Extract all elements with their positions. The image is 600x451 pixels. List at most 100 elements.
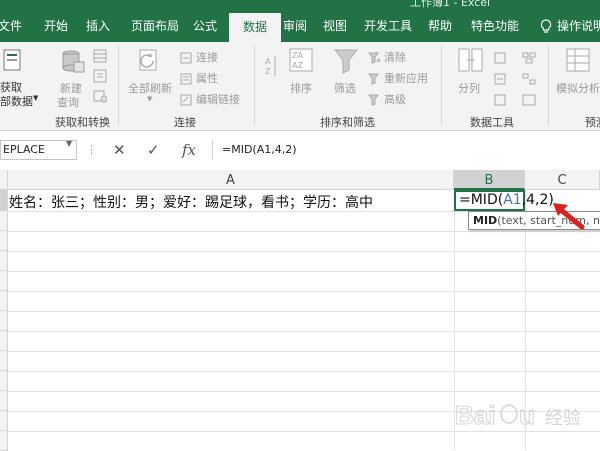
tab-formulas[interactable]: 公式: [193, 11, 217, 42]
tab-developer[interactable]: 开发工具: [364, 11, 412, 42]
tab-view[interactable]: 视图: [323, 11, 347, 42]
insert-function-icon[interactable]: fx: [182, 140, 196, 160]
svg-text:经验: 经验: [545, 408, 581, 429]
tooltip-function-name[interactable]: MID: [473, 214, 497, 227]
recent-sources-icon: [93, 68, 107, 87]
tab-special[interactable]: 特色功能: [471, 11, 519, 42]
gridline: [8, 391, 600, 392]
title-bar: 工作簿1 - Excel: [0, 0, 600, 11]
row-header-5[interactable]: [0, 271, 8, 291]
gridline: [8, 351, 600, 352]
gridline: [8, 331, 600, 332]
get-data-icon: [2, 48, 24, 76]
reapply-icon: [368, 70, 381, 89]
row-header-13[interactable]: [0, 431, 8, 451]
connections-button[interactable]: 连接: [196, 49, 218, 65]
chevron-down-icon[interactable]: ▼: [66, 139, 72, 148]
group-label-forecast: 预测: [585, 116, 600, 129]
formula-text: =MID(A1,4,2): [222, 143, 297, 156]
enter-icon[interactable]: ✓: [147, 140, 160, 160]
group-label-get-transform: 获取和转换: [55, 116, 110, 129]
gridline: [8, 371, 600, 372]
tab-home[interactable]: 开始: [44, 11, 68, 42]
tab-help[interactable]: 帮助: [428, 11, 452, 42]
advanced-button[interactable]: 高级: [384, 91, 406, 107]
chevron-down-icon: ▼: [147, 95, 153, 103]
refresh-all-icon: [137, 47, 165, 79]
formula-input[interactable]: =MID(A1,4,2): [212, 140, 600, 160]
remove-duplicates-icon: [494, 70, 506, 89]
tab-review[interactable]: 审阅: [283, 11, 307, 42]
consolidate-icon: [522, 49, 536, 68]
flash-fill-icon: [494, 49, 506, 68]
row-header-12[interactable]: [0, 411, 8, 431]
row-header-2[interactable]: [0, 211, 8, 231]
relationships-icon: [522, 70, 536, 89]
sort-dialog-icon: ZA AZ: [289, 48, 313, 76]
ribbon-data: 获取 部数据 ▼ 新建 查询 获取和转换 全部刷新 ▼ 连接 属性 编辑链接 连…: [0, 42, 600, 131]
reapply-button[interactable]: 重新应用: [384, 70, 428, 86]
row-header-3[interactable]: [0, 231, 8, 251]
sort-button[interactable]: 排序: [290, 80, 312, 96]
row-header-7[interactable]: [0, 311, 8, 331]
window-title: 工作簿1 - Excel: [410, 0, 491, 9]
svg-text:Z: Z: [265, 67, 271, 76]
new-query-icon: [60, 48, 86, 78]
refresh-all-button[interactable]: 全部刷新: [128, 80, 172, 96]
text-to-columns-button[interactable]: 分列: [458, 80, 480, 96]
gridline: [8, 251, 600, 252]
vertical-dots-icon: ⋮: [86, 143, 97, 156]
svg-text:ZA: ZA: [292, 51, 303, 60]
filter-button[interactable]: 筛选: [334, 80, 356, 96]
data-validation-icon: [494, 91, 506, 110]
tell-me-search[interactable]: 操作说明: [557, 11, 600, 42]
cell-b1-reference: A1: [503, 192, 522, 208]
cell-a1[interactable]: 姓名：张三；性别：男；爱好：踢足球，看书；学历：高中: [9, 192, 373, 212]
edit-links-button[interactable]: 编辑链接: [196, 91, 240, 107]
lightbulb-icon: [540, 19, 552, 39]
what-if-analysis-button[interactable]: 模拟分析: [556, 80, 600, 96]
tab-file[interactable]: 文件: [0, 11, 22, 42]
cancel-icon[interactable]: ✕: [113, 140, 126, 160]
get-data-label-2[interactable]: 部数据: [0, 93, 33, 109]
filter-icon: [333, 48, 359, 78]
row-header-9[interactable]: [0, 351, 8, 371]
properties-button[interactable]: 属性: [196, 70, 218, 86]
text-to-columns-icon: [458, 48, 484, 78]
column-header-c[interactable]: C: [525, 170, 600, 190]
properties-icon: [180, 70, 192, 89]
chevron-down-icon: ▼: [33, 94, 39, 102]
cell-b1-formula-prefix: =MID(: [459, 192, 504, 208]
column-header-a[interactable]: A: [8, 170, 454, 190]
edit-links-icon: [180, 91, 192, 110]
advanced-filter-icon: [368, 91, 381, 110]
tab-data[interactable]: 数据: [229, 13, 281, 42]
gridline: [8, 291, 600, 292]
row-header-1[interactable]: [0, 190, 8, 211]
row-header-6[interactable]: [0, 291, 8, 311]
cell-b1-active[interactable]: =MID(A1,4,2): [454, 190, 554, 211]
svg-text:A: A: [265, 57, 271, 66]
column-header-b[interactable]: B: [454, 170, 525, 190]
row-header-4[interactable]: [0, 251, 8, 271]
svg-text:Bai: Bai: [455, 400, 495, 430]
select-all-corner[interactable]: [0, 170, 8, 190]
formula-bar: EPLACE ▼ ⋮ ✕ ✓ fx =MID(A1,4,2): [0, 137, 600, 163]
group-label-sort-filter: 排序和筛选: [320, 116, 375, 129]
group-divider: [254, 46, 255, 126]
tab-page-layout[interactable]: 页面布局: [131, 11, 179, 42]
connections-icon: [180, 49, 192, 68]
existing-connections-icon: [93, 88, 108, 107]
table-icon: [93, 48, 107, 67]
row-header-8[interactable]: [0, 331, 8, 351]
data-model-icon: [522, 91, 536, 110]
new-query-label-2[interactable]: 查询: [57, 94, 79, 110]
row-header-10[interactable]: [0, 371, 8, 391]
clear-button[interactable]: 清除: [384, 49, 406, 65]
what-if-analysis-icon: [566, 48, 592, 78]
tab-insert[interactable]: 插入: [86, 11, 110, 42]
row-header-11[interactable]: [0, 391, 8, 411]
group-label-data-tools: 数据工具: [470, 116, 514, 129]
gridline: [8, 271, 600, 272]
sort-az-icon: AZ: [263, 54, 279, 88]
